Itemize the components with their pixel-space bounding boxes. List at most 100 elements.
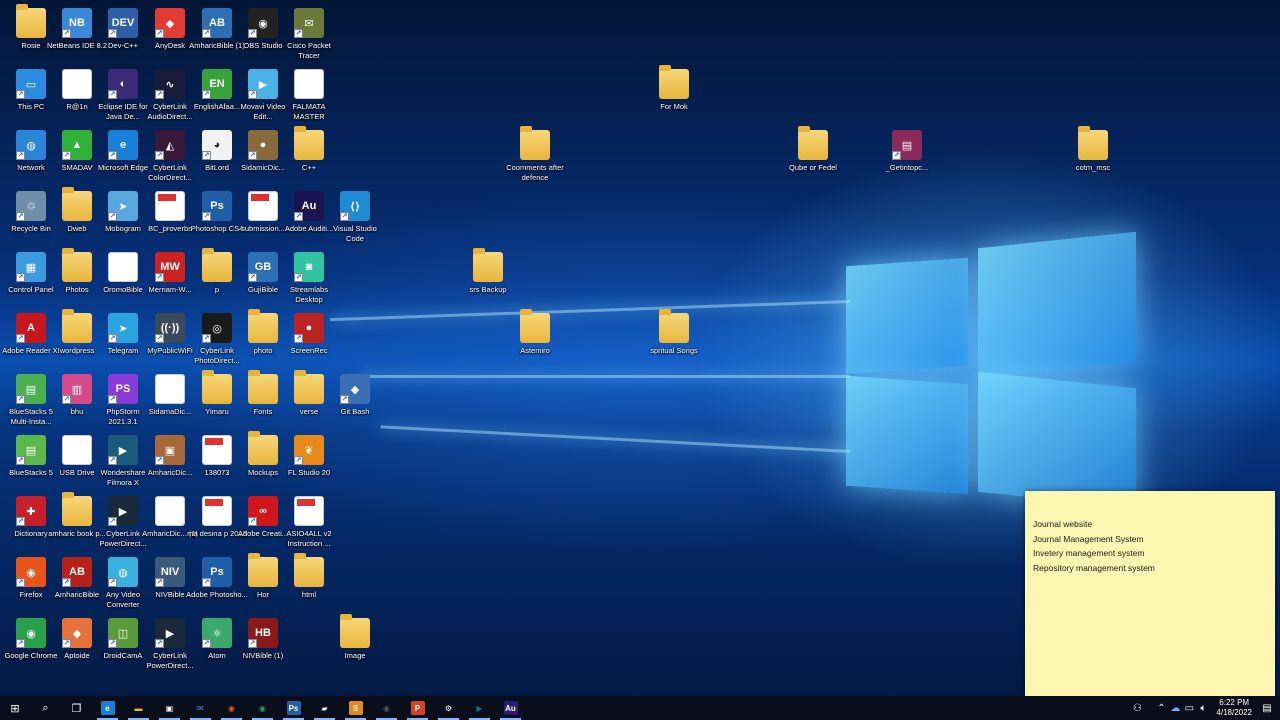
taskbar-mail[interactable]: ✉ [185,696,216,720]
shortcut-arrow-icon: ↗ [16,578,25,587]
taskbar-store[interactable]: ▣ [154,696,185,720]
people-icon[interactable]: ⚇ [1130,703,1144,714]
folder-icon [248,370,278,404]
desktop-icon-c[interactable]: C++ [278,126,340,186]
taskbar-chrome[interactable]: ◉ [247,696,278,720]
taskbar-obs[interactable]: ◉ [371,696,402,720]
desktop-icon-falmata-master[interactable]: FALMATA MASTER [278,65,340,125]
desktop-icon-visual-studio-code[interactable]: ⟨⟩ ↗ Visual Studio Code [324,187,386,247]
volume-icon[interactable]: 🔈︎ [1196,703,1210,714]
folder-icon [62,187,92,221]
desktop-icon-html[interactable]: html [278,553,340,613]
taskbar-powerdirector[interactable]: ▶ [464,696,495,720]
shortcut-arrow-icon: ↗ [202,212,211,221]
shortcut-arrow-icon: ↗ [294,456,303,465]
app-icon: ⚛ ↗ [202,618,232,648]
app-icon: ✉ ↗ [294,8,324,38]
desktop-icon-label: ScreenRec [290,346,328,355]
desktop-icon-asio4all-v2-instruction[interactable]: ASIO4ALL v2 Instruction ... [278,492,340,552]
taskbar-audition[interactable]: Au [495,696,526,720]
shortcut-arrow-icon: ↗ [248,273,257,282]
network-icon[interactable]: ▭ [1182,703,1196,714]
search-button[interactable]: ⌕ [30,696,61,720]
taskbar-sublime[interactable]: S [340,696,371,720]
notification-icon[interactable]: ▤ [1260,703,1274,714]
shortcut-arrow-icon: ↗ [248,29,257,38]
desktop-icon-label: html [301,590,317,599]
desktop-icon-spritual-songs[interactable]: spritual Songs [643,309,705,369]
shortcut-arrow-icon: ↗ [202,578,211,587]
app-icon: A ↗ [16,313,46,343]
app-icon: ◆ ↗ [340,374,370,404]
desktop-icon-cisco-packet-tracer[interactable]: ✉ ↗ Cisco Packet Tracer [278,4,340,64]
shortcut-arrow-icon: ↗ [294,29,303,38]
app-icon: Au ↗ [294,191,324,221]
desktop-icon-label: FL Studio 20 [287,468,331,477]
shortcut-arrow-icon: ↗ [155,639,164,648]
shortcut-arrow-icon: ↗ [340,212,349,221]
app-icon: ▰ [321,703,328,713]
shortcut-arrow-icon: ↗ [155,90,164,99]
taskbar-firefox[interactable]: ◉ [216,696,247,720]
taskbar-powerpoint[interactable]: P [402,696,433,720]
desktop-icon-label: Git Bash [340,407,370,416]
taskbar-file-explorer[interactable]: ▬ [123,696,154,720]
app-icon: e ↗ [108,130,138,160]
desktop-icon-label: spritual Songs [650,346,698,355]
taskbar-settings[interactable]: ⚙ [433,696,464,720]
app-icon: ❦ ↗ [294,435,324,465]
taskbar-photoshop[interactable]: Ps [278,696,309,720]
desktop-icon-nivbible-1[interactable]: HB ↗ NIVBible (1) [232,614,294,674]
pdf-file-icon [248,191,278,221]
folder-icon [798,126,828,160]
shortcut-arrow-icon: ↗ [108,90,117,99]
taskbar-app-white[interactable]: ▰ [309,696,340,720]
desktop-icon-image[interactable]: Image [324,614,386,674]
desktop-icon-qube-or-fedel[interactable]: Qube or Fedel [782,126,844,186]
app-icon: ♲ ↗ [16,191,46,221]
clock[interactable]: 6:22 PM 4/18/2022 [1216,698,1252,718]
sticky-note-line: Journal Management System [1033,533,1144,544]
desktop-icon-srs-backup[interactable]: srs Backup [457,248,519,308]
desktop-icon-screenrec[interactable]: ● ↗ ScreenRec [278,309,340,369]
start-button[interactable]: ⊞ [0,696,30,720]
app-icon: ➤ ↗ [108,313,138,343]
shortcut-arrow-icon: ↗ [248,90,257,99]
app-icon: ▤ ↗ [16,435,46,465]
desktop-icon-label: Image [344,651,366,660]
shortcut-arrow-icon: ↗ [62,151,71,160]
sticky-note-line: Invetery management system [1033,548,1145,558]
file-icon [108,252,138,282]
app-icon: ◫ ↗ [108,618,138,648]
desktop-icon-streamlabs-desktop[interactable]: ◙ ↗ Streamlabs Desktop [278,248,340,308]
app-icon: Ps [286,701,301,715]
app-icon: MW ↗ [155,252,185,282]
shortcut-arrow-icon: ↗ [62,395,71,404]
shortcut-arrow-icon: ↗ [16,90,25,99]
folder-icon [294,553,324,587]
desktop-icon-getintopc[interactable]: ▤ ↗ _Getintopc... [876,126,938,186]
desktop-icon-git-bash[interactable]: ◆ ↗ Git Bash [324,370,386,430]
shortcut-arrow-icon: ↗ [108,29,117,38]
taskbar: ⊞ ⌕ ❐ e ▬ ▣ ✉ ◉ ◉ Ps ▰ S ◉ P ⚙ ▶ Au ⚇ ⌃ ☁ ▭ 🔈︎ 6:22 PM 4… [0,696,1280,720]
shortcut-arrow-icon: ↗ [294,212,303,221]
app-icon: ◉ [383,703,390,713]
app-icon: ● ↗ [294,313,324,343]
desktop-icon-astemiro[interactable]: Astemiro [504,309,566,369]
sticky-note[interactable]: Journal website Journal Management Syste… [1025,491,1275,696]
shortcut-arrow-icon: ↗ [108,517,117,526]
desktop-icon-cotm-msc[interactable]: cotm_msc [1062,126,1124,186]
folder-icon [659,65,689,99]
chevron-up-icon[interactable]: ⌃ [1154,703,1168,714]
onedrive-icon[interactable]: ☁ [1168,703,1182,714]
folder-icon [520,309,550,343]
shortcut-arrow-icon: ↗ [108,151,117,160]
task-view-button[interactable]: ❐ [61,696,92,720]
shortcut-arrow-icon: ↗ [294,334,303,343]
sticky-note-line: Repository management system [1033,562,1155,573]
taskbar-edge[interactable]: e [92,696,123,720]
desktop-icon-fl-studio-20[interactable]: ❦ ↗ FL Studio 20 [278,431,340,491]
app-icon: NIV ↗ [155,557,185,587]
desktop-icon-coomments-after-defence[interactable]: Coomments after defence [504,126,566,186]
desktop-icon-for-mok[interactable]: For Mok [643,65,705,125]
